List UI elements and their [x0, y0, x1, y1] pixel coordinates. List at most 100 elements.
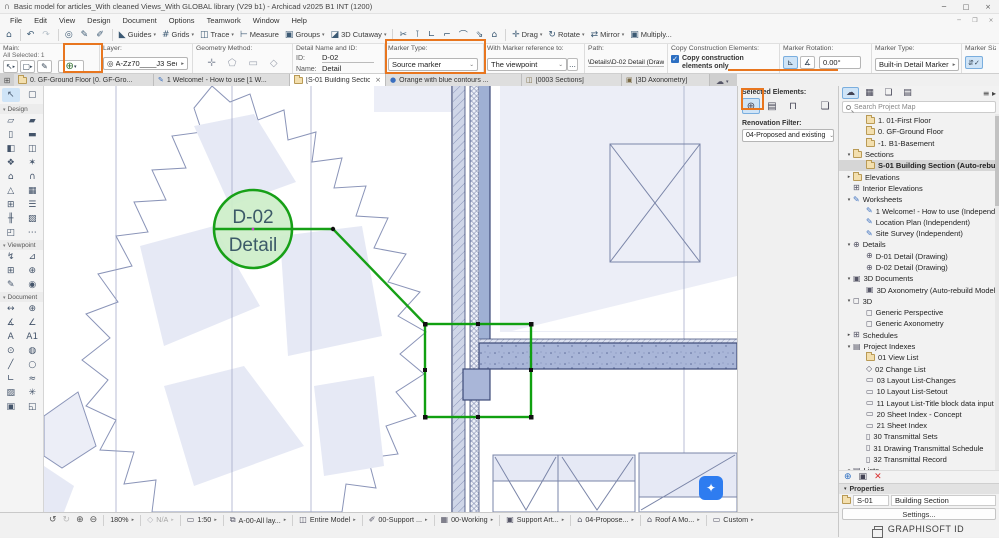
tree-item[interactable]: ◇ 02 Change List [839, 364, 999, 375]
tree-item[interactable]: ▾ ✎ Worksheets [839, 194, 999, 205]
shell-tool[interactable]: ∩ [23, 170, 41, 184]
tree-item[interactable]: ⊞ Interior Elevations [839, 183, 999, 194]
tree-item[interactable]: ▾ ▣ 3D Documents [839, 273, 999, 284]
circle-tool[interactable]: ○ [23, 358, 41, 372]
geometry-polygon-icon[interactable]: ⬠ [228, 58, 237, 69]
tree-item[interactable]: 1. 01-First Floor [839, 115, 999, 126]
tree-item[interactable]: ✎ Location Plan (Independent) [839, 217, 999, 228]
rotation-fixed-button[interactable]: ⊾ [783, 56, 798, 69]
tab-item[interactable]: ● Orange with blue contours ... [386, 74, 522, 86]
morph-tool[interactable]: △ [2, 184, 20, 198]
tree-item[interactable]: ⊕ D-02 Detail (Drawing) [839, 262, 999, 273]
mirror-button[interactable]: ⇄ Mirror ▾ [588, 27, 628, 42]
pen-set-control[interactable]: ✐ 00-Support ... ▸ [366, 515, 431, 524]
tree-item[interactable]: ▣ 3D Axonometry (Auto-rebuild Model) [839, 284, 999, 295]
expander-icon[interactable]: ▾ [845, 344, 853, 350]
doc-minimize-button[interactable]: ─ [951, 17, 967, 24]
fill-tool[interactable]: ◍ [23, 344, 41, 358]
mesh-tool[interactable]: ▦ [23, 184, 41, 198]
level-dimension-tool[interactable]: ⊕ [23, 302, 41, 316]
menu-options[interactable]: Options [163, 16, 201, 25]
renovation-filter-control[interactable]: ⌂ 04-Propose... ▸ [574, 515, 637, 524]
builtin-marker-select[interactable]: Built-in Detail Marker ▸ [875, 58, 959, 71]
layer-selector[interactable]: ◎ A-Zz70____J3 Section ele... ▸ [103, 57, 188, 70]
tab-item[interactable]: ✎ 1 Welcome! - How to use [1 W... [154, 74, 290, 86]
column-tool[interactable]: ▯ [2, 128, 20, 142]
dimension-tool[interactable]: ↔ [2, 302, 20, 316]
tree-item[interactable]: ▸ Elevations [839, 171, 999, 182]
split-button[interactable]: ✂ [396, 27, 412, 42]
rotation-angle-field[interactable]: 0.00° [819, 56, 861, 69]
guides-button[interactable]: ◣ Guides ▾ [116, 27, 159, 42]
menu-help[interactable]: Help [285, 16, 312, 25]
clone-folder-button[interactable]: ▣ [859, 472, 868, 482]
new-viewpoint-button[interactable]: ⊕ [844, 472, 852, 482]
tree-item[interactable]: ▯ 32 Transmittal Record [839, 454, 999, 465]
zone-stamp-tool[interactable]: ⊙ [2, 344, 20, 358]
measure-button[interactable]: ⊢ Measure [237, 27, 282, 42]
figure-tool[interactable]: ▣ [2, 400, 20, 414]
menu-edit[interactable]: Edit [28, 16, 53, 25]
ai-assistant-button[interactable]: ✦ [699, 476, 723, 500]
partial-structure-control[interactable]: ◫ Entire Model ▸ [296, 515, 358, 524]
renovation-filter-select[interactable]: 04-Proposed and existing ⌄ [742, 129, 834, 142]
tree-item[interactable]: ▯ 31 Drawing Transmittal Schedule [839, 443, 999, 454]
hotspot-tool[interactable]: ✳ [23, 386, 41, 400]
opening-tool[interactable]: ◰ [2, 226, 20, 240]
properties-header[interactable]: ▾ Properties [839, 483, 999, 494]
navigator-options-button[interactable]: ≡ ▸ [983, 89, 996, 98]
inject-parameters-button[interactable]: ✎ [78, 27, 94, 42]
wall-tool[interactable]: ▱ [2, 114, 20, 128]
tree-item[interactable]: ▭ 20 Sheet Index - Concept [839, 409, 999, 420]
zoom-in-button[interactable]: ⊕ [73, 515, 87, 525]
geometry-point-icon[interactable]: ✛ [207, 58, 215, 69]
graphic-override-control[interactable]: ▣ Support Art... ▸ [503, 515, 567, 524]
menu-design[interactable]: Design [81, 16, 116, 25]
beam-tool[interactable]: ▬ [23, 128, 41, 142]
close-button[interactable]: × [977, 3, 999, 11]
detail-tool[interactable]: ⊕ [23, 264, 41, 278]
detail-name-field[interactable]: Detail [322, 64, 374, 73]
expander-icon[interactable]: ▸ [845, 174, 853, 180]
hatch-tool[interactable]: ▨ [2, 386, 20, 400]
orientation-control[interactable]: ◇ N/A ▸ [144, 515, 177, 524]
open-folder-icon[interactable]: ❏ [816, 98, 834, 114]
trace-button[interactable]: ◫ Trace ▾ [197, 27, 237, 42]
marquee-tool[interactable]: ▢ [23, 88, 41, 102]
grids-button[interactable]: # Grids ▾ [159, 27, 197, 42]
tree-item[interactable]: ⊕ D-01 Detail (Drawing) [839, 251, 999, 262]
line-tool[interactable]: ╱ [2, 358, 20, 372]
tree-item[interactable]: ▭ 10 Layout List-Setout [839, 386, 999, 397]
menu-file[interactable]: File [4, 16, 28, 25]
section-tool[interactable]: ↯ [2, 250, 20, 264]
detail-element-icon[interactable]: ⊕ [742, 98, 760, 114]
pick-up-parameters-button[interactable]: ◎ [62, 27, 78, 42]
tab-close-icon[interactable]: × [375, 76, 381, 84]
door-tool[interactable]: ◧ [2, 142, 20, 156]
transfer-settings-button[interactable]: ✐ [93, 27, 109, 42]
radial-dimension-tool[interactable]: ∡ [2, 316, 20, 330]
menu-window[interactable]: Window [247, 16, 286, 25]
browse-button[interactable]: ... [567, 58, 578, 71]
design-option-control[interactable]: ⌂ Roof A Mo... ▸ [644, 515, 703, 524]
viewpoint-name-field[interactable]: Building Section [891, 495, 996, 506]
teamwork-cloud-button[interactable]: ☁ ▾ [712, 77, 733, 86]
downstand-beam[interactable] [462, 368, 491, 401]
detail-marker-tool-button[interactable]: ⊕ ▾ [58, 60, 84, 73]
tree-item[interactable]: ▸ ⊞ Schedules [839, 330, 999, 341]
zoom-next-button[interactable]: ↻ [60, 515, 74, 525]
tab-item[interactable]: 0. GF-Ground Floor [0. GF-Gro... [14, 74, 154, 86]
arrow-tool-button[interactable]: ↖ ▸ [3, 60, 18, 73]
redo-button[interactable]: ↷ [39, 27, 55, 42]
slab-tool[interactable]: ▰ [23, 114, 41, 128]
lamp-tool[interactable]: ✶ [23, 156, 41, 170]
tab-item[interactable]: ◫ [0003 Sections] [522, 74, 622, 86]
column-symbol-icon[interactable]: ⊓ [784, 98, 802, 114]
geometry-rotated-rectangle-icon[interactable]: ◇ [270, 58, 278, 69]
text-tool[interactable]: A [2, 330, 20, 344]
menu-view[interactable]: View [53, 16, 81, 25]
solid-ops-button[interactable]: ⌂ [488, 27, 502, 42]
marker-type-select[interactable]: Source marker ⌄ [388, 58, 478, 71]
geometry-rectangle-icon[interactable]: ▭ [248, 58, 257, 69]
layout-book-button[interactable]: ❏ [880, 87, 897, 99]
